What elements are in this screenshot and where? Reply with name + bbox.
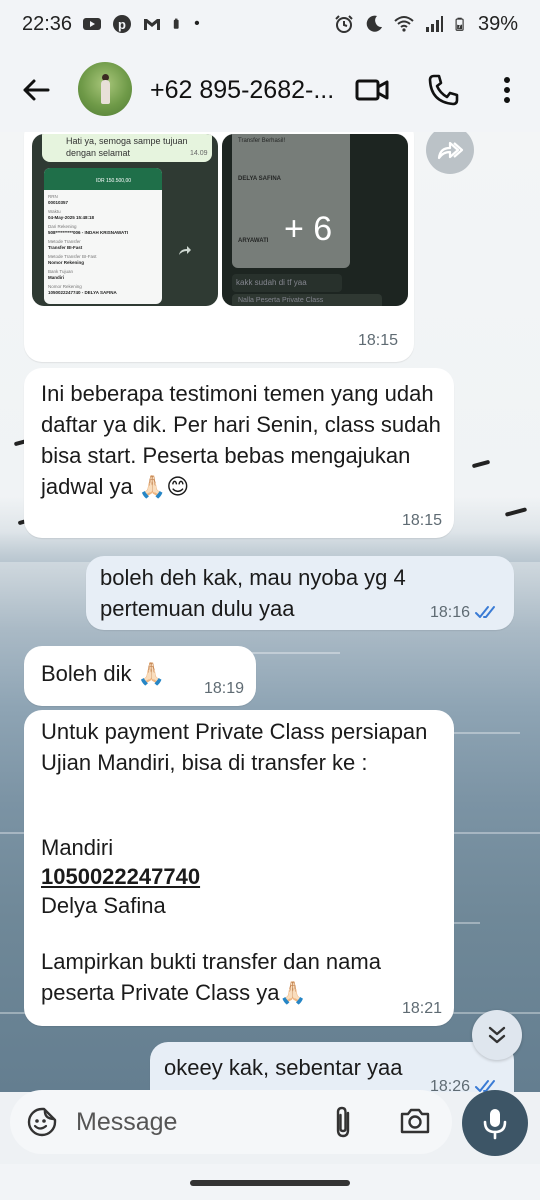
forward-button[interactable]	[426, 132, 474, 174]
wifi-icon	[394, 16, 414, 32]
emoji-sticker-icon[interactable]	[26, 1106, 58, 1138]
back-arrow-icon[interactable]	[20, 74, 52, 106]
thumb-receipt-amount: IDR 150.500,00	[96, 178, 132, 184]
message-bubble-outgoing[interactable]: boleh deh kak, mau nyoba yg 4 pertemuan …	[86, 556, 514, 630]
thumb-receipt-row-value: Mandiri	[48, 275, 65, 280]
message-text-intro: Untuk payment Private Class persiapan Uj…	[41, 719, 434, 775]
thumb-receipt-row-label: Bank Tujuan	[48, 269, 74, 274]
chat-header: +62 895-2682-...	[0, 48, 540, 132]
system-nav-bar	[0, 1164, 540, 1200]
battery-percent: 39%	[477, 12, 518, 35]
svg-text:p: p	[118, 17, 126, 32]
battery-icon	[455, 17, 464, 31]
message-time: 18:16	[429, 604, 470, 621]
attach-icon[interactable]	[328, 1104, 360, 1140]
message-composer[interactable]	[10, 1090, 452, 1154]
contact-name[interactable]: +62 895-2682-...	[150, 76, 334, 105]
media-message-bubble[interactable]: Hati ya, semoga sampe tujuan dengan sela…	[24, 132, 414, 362]
thumb-receipt: IDR 150.500,00 RRN 00010357 Waktu 04-May-20…	[44, 168, 162, 304]
message-time: 18:21	[401, 1000, 442, 1017]
more-options-icon[interactable]	[490, 72, 524, 108]
scroll-to-bottom-button[interactable]	[472, 1010, 522, 1060]
message-bubble-incoming[interactable]: Ini beberapa testimoni temen yang udah d…	[24, 368, 454, 538]
account-number-link[interactable]: 1050022247740	[41, 861, 200, 892]
avatar[interactable]	[78, 62, 132, 116]
thumb-receipt-row-label: Dari Rekening	[48, 224, 77, 229]
status-right: 39%	[334, 13, 518, 36]
message-time: 18:15	[357, 332, 398, 349]
thumb-receipt-row-label: Nomor Rekening	[48, 284, 82, 289]
avatar-person-body	[101, 80, 110, 104]
do-not-disturb-icon	[366, 15, 382, 32]
media-thumbnail-more[interactable]: Transfer Berhasil! DELYA SAFINA ARYAWATI…	[222, 134, 408, 306]
message-time: 18:15	[401, 512, 442, 529]
battery-saver-icon	[173, 18, 179, 29]
status-dot: •	[194, 15, 200, 32]
double-chevron-down-icon	[488, 1026, 506, 1044]
alarm-icon	[335, 15, 353, 33]
thumb-receipt-row-label: Metode Transfer BI-Fast	[48, 254, 97, 259]
thumb-receipt-row-value: Transfer BI-Fast	[48, 245, 83, 250]
thumb-receipt-row-value: 1050022247740 - DELYA SAFINA	[48, 290, 117, 295]
message-bubble-incoming[interactable]: Boleh dik 🙏🏻 18:19	[24, 646, 256, 706]
message-text: okeey kak, sebentar yaa	[164, 1055, 403, 1080]
thumb-receipt-row-value: 04-May-2025 15:48:18	[48, 215, 95, 220]
forward-double-icon	[437, 141, 464, 160]
message-bubble-outgoing[interactable]: okeey kak, sebentar yaa 18:26	[150, 1042, 514, 1092]
account-name: Delya Safina	[41, 893, 166, 918]
message-text: boleh deh kak, mau nyoba yg 4 pertemuan …	[100, 565, 412, 621]
message-text: Ini beberapa testimoni temen yang udah d…	[41, 381, 448, 499]
more-media-count: + 6	[284, 210, 333, 248]
message-text: Boleh dik 🙏🏻	[41, 661, 166, 686]
status-time: 22:36	[22, 12, 73, 35]
thumb-caption-line2: dengan selamat	[66, 148, 131, 158]
gmail-icon	[144, 19, 161, 30]
thumb-receipt-row-label: RRN	[48, 194, 58, 199]
thumb-receipt-row-value: Nomor Rekening	[48, 260, 85, 265]
wallpaper-bird	[471, 459, 491, 469]
thumb-caption-bubble: Hati ya, semoga sampe tujuan dengan sela…	[42, 134, 212, 162]
pinterest-icon: p	[113, 15, 132, 33]
youtube-icon	[83, 18, 102, 30]
thumb-receipt-row-value: 508**********006 - INDAH KRISNAWATI	[48, 230, 128, 235]
thumb-receipt-row-label: Metode Transfer	[48, 239, 81, 244]
chat-area[interactable]: Hati ya, semoga sampe tujuan dengan sela…	[0, 132, 540, 1092]
video-call-icon[interactable]	[354, 72, 390, 108]
thumb-caption-line1: Hati ya, semoga sampe tujuan	[66, 136, 188, 146]
status-left: 22:36 p •	[22, 13, 200, 36]
mic-button[interactable]	[462, 1090, 528, 1156]
message-time: 18:26	[429, 1078, 470, 1092]
media-thumbnail-chat-screenshot[interactable]: Hati ya, semoga sampe tujuan dengan sela…	[32, 134, 218, 306]
thumb-forward-icon	[179, 246, 191, 255]
gesture-handle[interactable]	[190, 1180, 350, 1186]
message-time: 18:19	[203, 680, 244, 697]
bank-name: Mandiri	[41, 835, 114, 860]
thumb-receipt-row-value: 00010357	[48, 200, 69, 205]
read-receipt-icon	[475, 606, 495, 618]
mic-icon	[483, 1109, 507, 1140]
signal-icon	[425, 16, 443, 32]
thumb-receipt-row-label: Waktu	[48, 209, 61, 214]
camera-icon[interactable]	[398, 1104, 432, 1138]
wallpaper-bird	[504, 507, 528, 517]
voice-call-icon[interactable]	[426, 72, 462, 108]
message-input[interactable]	[76, 1102, 306, 1142]
status-bar: 22:36 p • 39%	[0, 0, 540, 48]
thumb-caption-time: 14.09	[190, 150, 208, 157]
message-bubble-incoming[interactable]: Untuk payment Private Class persiapan Uj…	[24, 710, 454, 1026]
message-text-outro: Lampirkan bukti transfer dan nama pesert…	[41, 949, 388, 1005]
